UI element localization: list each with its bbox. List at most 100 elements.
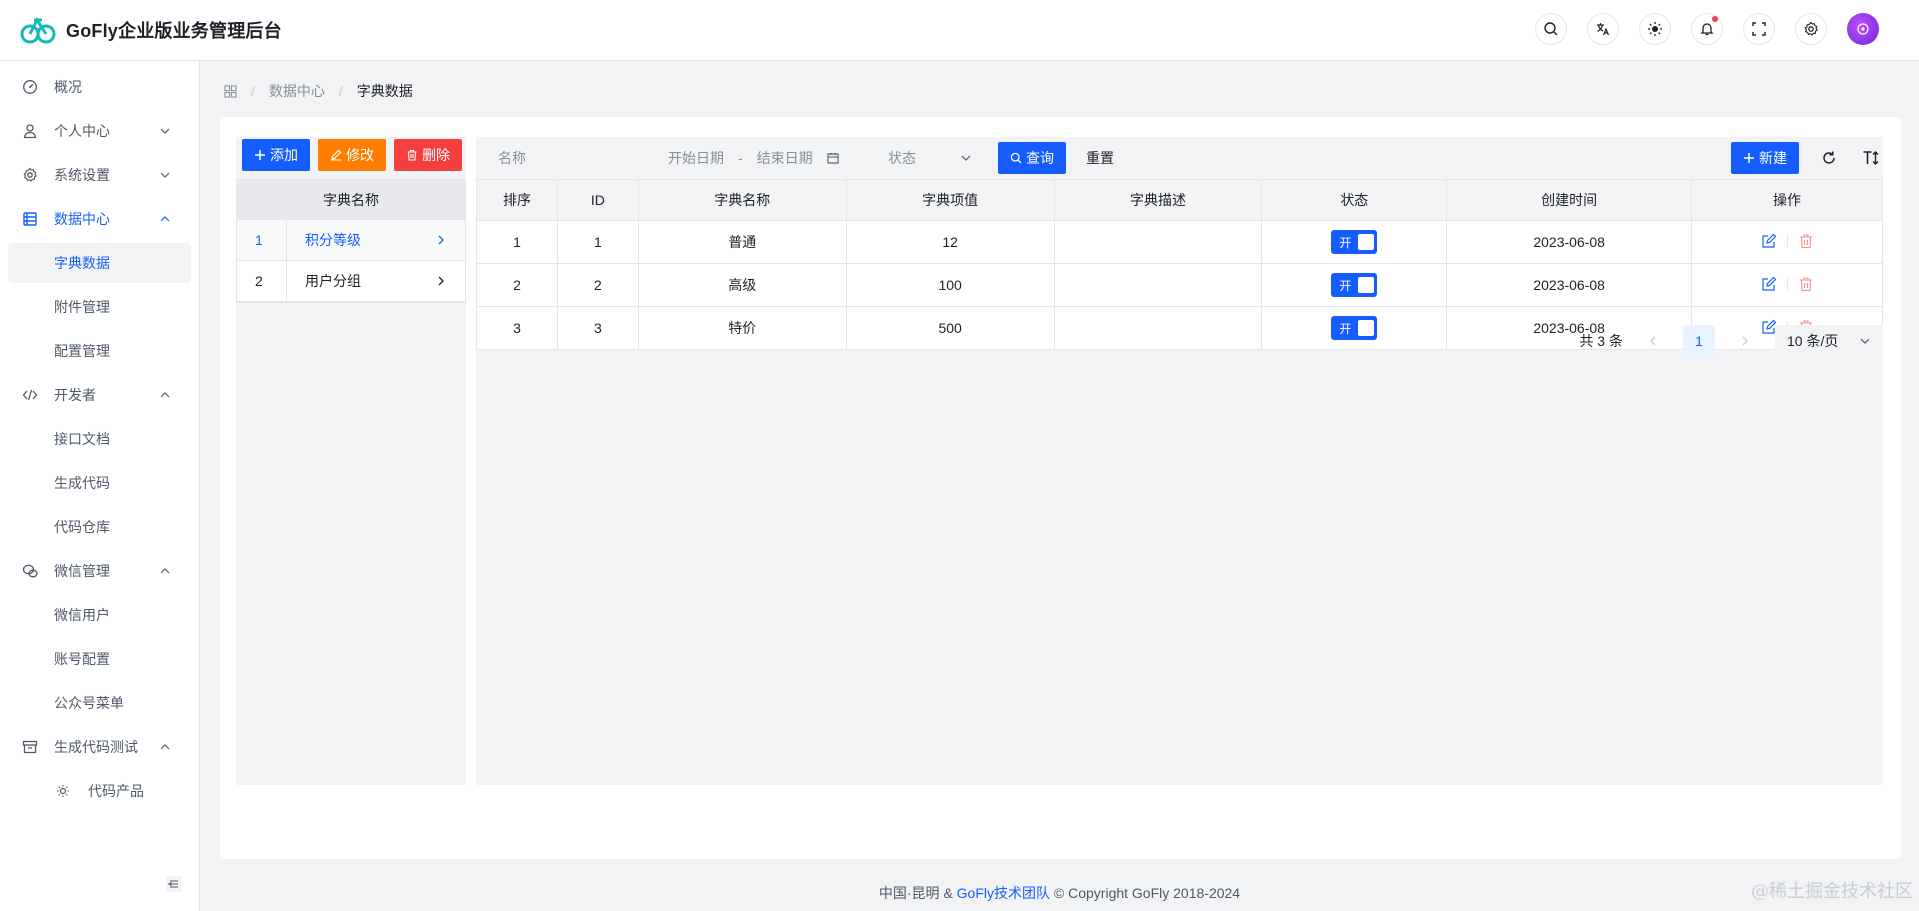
breadcrumb-level1[interactable]: 数据中心 [269, 81, 325, 101]
query-button[interactable]: 查询 [998, 142, 1066, 174]
name-filter-input[interactable]: 名称 [476, 142, 646, 174]
edit-dict-button[interactable]: 修改 [318, 139, 386, 171]
status-toggle[interactable]: 开 [1331, 273, 1378, 297]
sidebar-item-account-config[interactable]: 账号配置 [0, 637, 199, 681]
chevron-down-icon [1860, 338, 1870, 344]
sidebar-item-wechat[interactable]: 微信管理 [0, 549, 191, 593]
breadcrumb-separator: / [338, 83, 343, 99]
sidebar-item-attachments[interactable]: 附件管理 [0, 285, 199, 329]
edit-icon[interactable] [1761, 233, 1777, 249]
start-date-placeholder: 开始日期 [668, 150, 724, 166]
notification-button[interactable] [1691, 13, 1723, 45]
column-header[interactable]: 字典描述 [1053, 179, 1263, 221]
chevron-up-icon [160, 216, 170, 222]
menu-fold-icon[interactable] [165, 875, 183, 893]
page-size-select[interactable]: 10 条/页 [1775, 325, 1883, 357]
settings-icon [23, 167, 37, 182]
sidebar-item-gen-test[interactable]: 生成代码测试 [0, 725, 191, 769]
page-number[interactable]: 1 [1683, 325, 1715, 357]
sidebar-item-code-repo[interactable]: 代码仓库 [0, 505, 199, 549]
refresh-button[interactable] [1817, 146, 1841, 170]
chevron-right-icon [438, 276, 444, 286]
sidebar-item-dict-data[interactable]: 字典数据 [8, 243, 191, 283]
date-separator: - [738, 150, 743, 166]
date-range-picker[interactable]: 开始日期 - 结束日期 [646, 142, 866, 174]
status-toggle[interactable]: 开 [1331, 230, 1378, 254]
created-cell: 2023-06-08 [1446, 263, 1693, 307]
sidebar-item-system[interactable]: 系统设置 [0, 153, 191, 197]
language-button[interactable] [1587, 13, 1619, 45]
next-page-button[interactable] [1729, 325, 1761, 357]
dict-index: 1 [237, 220, 287, 260]
dict-list: 字典名称 1 积分等级 2 用户分组 [236, 179, 466, 303]
column-header[interactable]: ID [556, 179, 639, 221]
new-label: 新建 [1759, 150, 1787, 166]
value-cell: 100 [845, 263, 1055, 307]
sidebar-item-oa-menu[interactable]: 公众号菜单 [0, 681, 199, 725]
table-header-row: 排序 ID 字典名称 字典项值 字典描述 状态 创建时间 操作 [476, 179, 1883, 221]
fullscreen-icon [1752, 22, 1766, 36]
column-header[interactable]: 字典名称 [637, 179, 847, 221]
settings-button[interactable] [1795, 13, 1827, 45]
sidebar-item-api-docs[interactable]: 接口文档 [0, 417, 199, 461]
page-size-label: 10 条/页 [1787, 333, 1839, 349]
new-item-button[interactable]: 新建 [1731, 142, 1799, 174]
id-cell: 2 [556, 263, 639, 307]
column-header[interactable]: 状态 [1261, 179, 1448, 221]
avatar[interactable] [1847, 13, 1879, 45]
refresh-icon [1823, 151, 1835, 164]
delete-icon[interactable] [1798, 276, 1814, 292]
breadcrumb-separator: / [251, 83, 255, 99]
status-cell: 开 [1261, 263, 1448, 307]
toggle-label: 开 [1339, 278, 1352, 293]
sidebar-item-developer[interactable]: 开发者 [0, 373, 191, 417]
sidebar-item-code-product[interactable]: 代码产品 [0, 769, 199, 813]
column-header[interactable]: 创建时间 [1446, 179, 1693, 221]
add-dict-button[interactable]: 添加 [242, 139, 310, 171]
dict-items-panel: 名称 开始日期 - 结束日期 状态 查询 重置 新建 排序 ID 字典名称 字典… [476, 137, 1883, 785]
status-select[interactable]: 状态 [866, 142, 986, 174]
column-header[interactable]: 排序 [476, 179, 558, 221]
reset-button[interactable]: 重置 [1074, 142, 1126, 174]
search-button[interactable] [1535, 13, 1567, 45]
fullscreen-button[interactable] [1743, 13, 1775, 45]
logo[interactable]: GoFly企业版业务管理后台 [0, 15, 282, 45]
delete-icon[interactable] [1798, 233, 1814, 249]
footer-team-link[interactable]: GoFly技术团队 [957, 885, 1050, 901]
top-header: GoFly企业版业务管理后台 [0, 0, 1919, 61]
sidebar-item-overview[interactable]: 概况 [0, 65, 191, 109]
logo-icon [20, 16, 56, 44]
notification-dot [1712, 16, 1718, 22]
chevron-left-icon [1650, 336, 1656, 346]
sidebar-item-config[interactable]: 配置管理 [0, 329, 199, 373]
status-placeholder: 状态 [888, 150, 916, 166]
value-cell: 500 [845, 306, 1055, 350]
sidebar-item-wechat-users[interactable]: 微信用户 [0, 593, 199, 637]
sidebar-item-label: 微信用户 [54, 607, 110, 623]
delete-dict-button[interactable]: 删除 [394, 139, 462, 171]
sidebar-item-label: 系统设置 [54, 167, 110, 183]
column-header[interactable]: 字典项值 [845, 179, 1055, 221]
sidebar-item-label: 数据中心 [54, 211, 110, 227]
status-toggle[interactable]: 开 [1331, 316, 1378, 340]
sidebar-item-personal[interactable]: 个人中心 [0, 109, 191, 153]
table-row[interactable]: 1 1 普通 12 开 2023-06-08 [476, 220, 1883, 264]
toggle-knob [1358, 320, 1375, 336]
dict-list-item[interactable]: 2 用户分组 [237, 261, 465, 302]
id-cell: 1 [556, 220, 639, 264]
table-row[interactable]: 2 2 高级 100 开 2023-06-08 [476, 263, 1883, 307]
apps-icon[interactable] [224, 84, 237, 98]
density-button[interactable] [1859, 146, 1883, 170]
sidebar-item-data-center[interactable]: 数据中心 [0, 197, 191, 241]
desc-cell [1053, 220, 1263, 264]
sidebar-item-gen-code[interactable]: 生成代码 [0, 461, 199, 505]
footer: 中国·昆明 & GoFly技术团队 © Copyright GoFly 2018… [200, 883, 1919, 903]
query-label: 查询 [1026, 150, 1054, 166]
edit-icon[interactable] [1761, 276, 1777, 292]
sidebar-item-label: 概况 [54, 79, 82, 95]
theme-button[interactable] [1639, 13, 1671, 45]
sidebar-item-label: 代码产品 [88, 783, 144, 799]
value-cell: 12 [845, 220, 1055, 264]
prev-page-button[interactable] [1637, 325, 1669, 357]
dict-list-item[interactable]: 1 积分等级 [237, 220, 465, 261]
